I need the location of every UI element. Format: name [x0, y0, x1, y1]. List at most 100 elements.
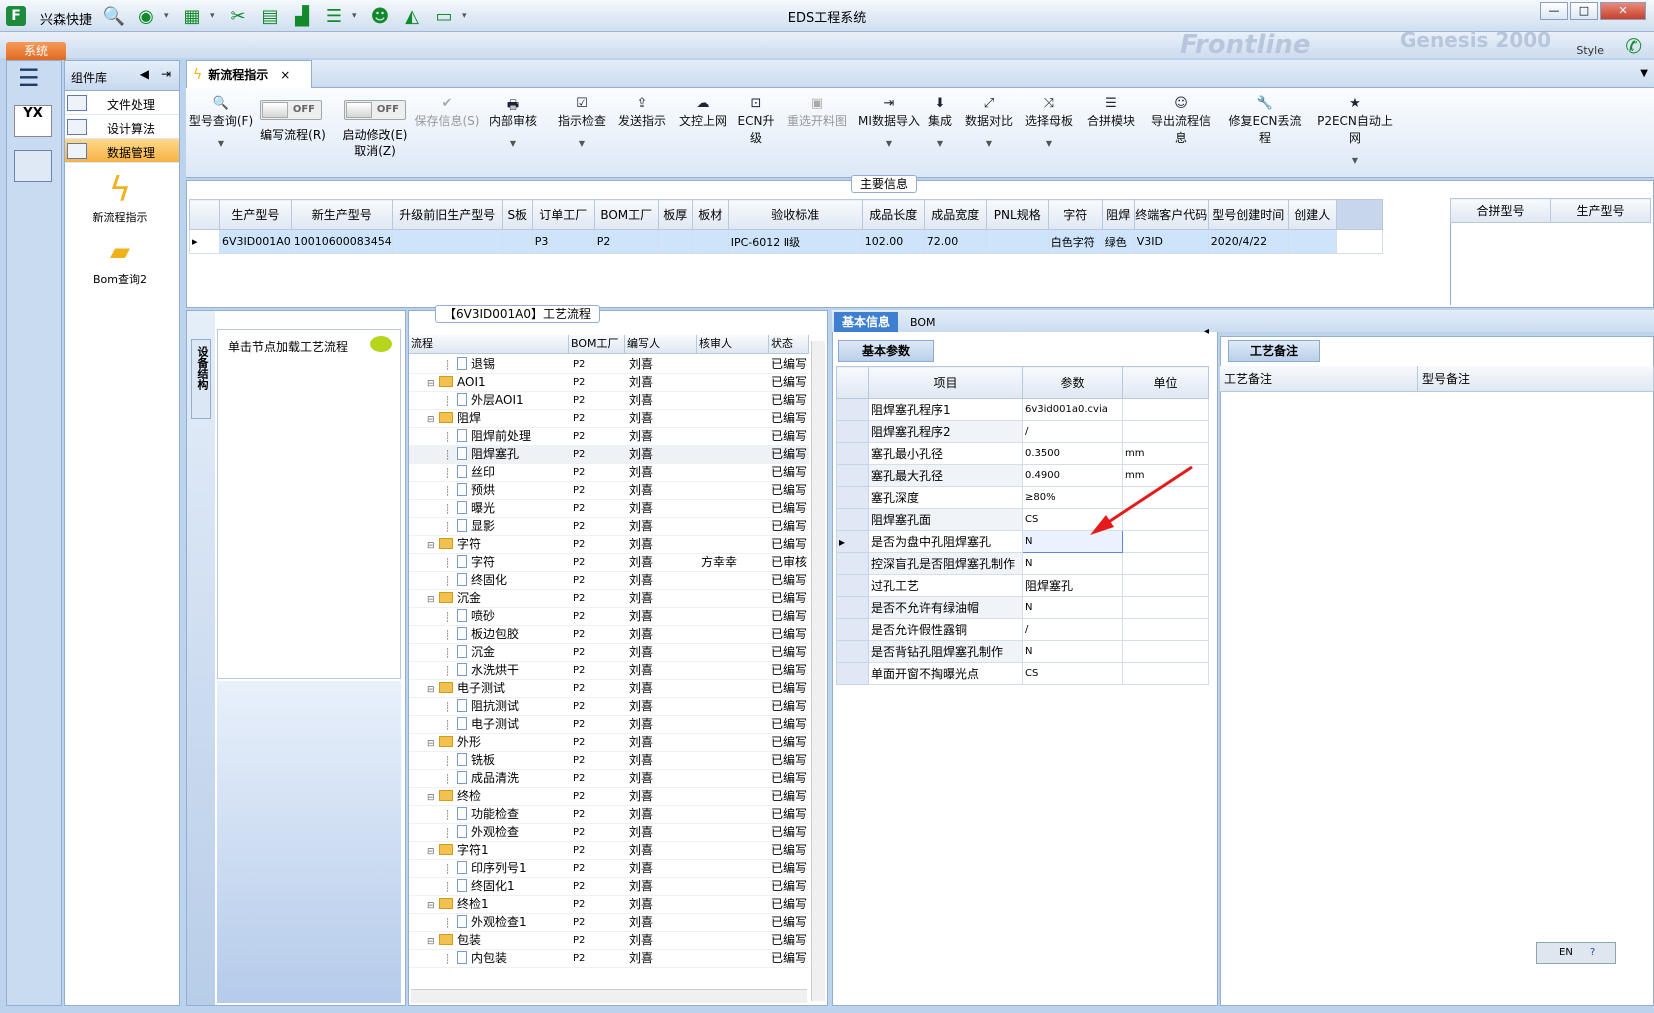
column-header[interactable]: 成品长度 [861, 199, 925, 230]
tree-folder-node[interactable]: ⊟ 字符1 P2 刘喜 已编写 [409, 841, 809, 860]
column-header[interactable]: 板材 [691, 199, 729, 230]
tree-folder-node[interactable]: ⊟ 包装 P2 刘喜 已编写 [409, 931, 809, 950]
column-header[interactable]: 成品宽度 [923, 199, 987, 230]
ribbon-button[interactable]: ☁ 文控上网 [678, 96, 728, 129]
tab-basic-info[interactable]: 基本信息 [834, 312, 898, 332]
table-cell[interactable]: 10010600083454 [290, 229, 393, 254]
param-value[interactable]: 6v3id001a0.cvia [1022, 398, 1123, 421]
table-cell[interactable]: 白色字符 [1047, 229, 1103, 254]
calculator-icon[interactable] [14, 150, 52, 182]
param-row[interactable]: 阻焊塞孔程序1 6v3id001a0.cvia [836, 398, 1209, 421]
tree-step-node[interactable]: ┊ 功能检查 P2 刘喜 已编写 [409, 805, 809, 824]
tree-folder-node[interactable]: ⊟ 电子测试 P2 刘喜 已编写 [409, 679, 809, 698]
close-button[interactable]: ✕ [1600, 2, 1646, 20]
ribbon-button[interactable]: ⬇ 集成 ▼ [924, 96, 956, 148]
tree-step-node[interactable]: ┊ 印序列号1 P2 刘喜 已编写 [409, 859, 809, 878]
param-row[interactable]: 是否允许假性露铜 / [836, 618, 1209, 641]
tree-folder-node[interactable]: ⊟ 外形 P2 刘喜 已编写 [409, 733, 809, 752]
column-header[interactable]: 阻焊 [1101, 199, 1135, 230]
column-header[interactable]: 状态 [769, 335, 809, 353]
collapse-icon[interactable]: ⊟ [427, 843, 439, 859]
tree-folder-node[interactable]: ⊟ 字符 P2 刘喜 已编写 [409, 535, 809, 554]
column-header[interactable]: 项目 [868, 366, 1023, 399]
column-header[interactable]: 终端客户代码 [1133, 199, 1209, 230]
table-cell[interactable]: V3ID [1133, 229, 1209, 254]
column-header[interactable]: S板 [501, 199, 533, 230]
ribbon-button[interactable]: ★ P2ECN自动上网 ▼ [1314, 96, 1396, 165]
ribbon-button[interactable]: ✔ 保存信息(S) [414, 96, 480, 129]
tree-horizontal-scrollbar[interactable] [411, 989, 807, 1003]
param-value[interactable]: / [1022, 420, 1123, 443]
collapse-icon[interactable]: ⊟ [427, 537, 439, 553]
column-header[interactable]: 升级前旧生产型号 [391, 199, 503, 230]
column-header[interactable]: 核审人 [697, 335, 769, 353]
column-header[interactable]: 板厚 [657, 199, 693, 230]
tab-process-notes[interactable]: 工艺备注 [1228, 340, 1320, 362]
tree-step-node[interactable]: ┊ 退锡 P2 刘喜 已编写 [409, 355, 809, 374]
menu-icon[interactable]: ☰ [18, 64, 40, 92]
param-row[interactable]: 过孔工艺 阻焊塞孔 [836, 574, 1209, 597]
component-item-file[interactable]: 文件处理 [65, 91, 179, 115]
column-header[interactable]: 生产型号 [219, 199, 292, 230]
param-row[interactable]: 阻焊塞孔程序2/ [836, 420, 1209, 443]
tree-folder-node[interactable]: ⊟ 阻焊 P2 刘喜 已编写 [409, 409, 809, 428]
tree-step-node[interactable]: ┊ 成品清洗 P2 刘喜 已编写 [409, 769, 809, 788]
ribbon-button[interactable]: ☰ 合拼模块 [1086, 96, 1136, 129]
component-item-data[interactable]: 数据管理 [65, 139, 179, 163]
help-icon[interactable]: ? [1590, 947, 1595, 958]
merge-column-header[interactable]: 生产型号 [1550, 198, 1651, 223]
maximize-button[interactable]: □ [1570, 2, 1598, 20]
tree-folder-node[interactable]: ⊟ 终检1 P2 刘喜 已编写 [409, 895, 809, 914]
ime-toolbar[interactable]: EN ? [1536, 942, 1616, 964]
ribbon-button[interactable]: ☑ 指示检查 ▼ [554, 96, 610, 148]
tree-step-node[interactable]: ┊ 板边包胶 P2 刘喜 已编写 [409, 625, 809, 644]
table-cell[interactable] [657, 229, 693, 254]
tree-step-node[interactable]: ┊ 显影 P2 刘喜 已编写 [409, 517, 809, 536]
tree-vertical-scrollbar[interactable] [811, 341, 825, 1001]
table-cell[interactable]: 6V3ID001A0 [219, 229, 292, 254]
column-header[interactable]: 单位 [1122, 366, 1209, 399]
cancel-label[interactable]: 取消(Z) [336, 142, 414, 159]
tab-new-flow[interactable]: ϟ 新流程指示 × [186, 60, 312, 88]
tab-equipment-structure[interactable]: 设备结构 [191, 339, 211, 419]
ribbon-button[interactable]: ⇪ 发送指示 [616, 96, 668, 129]
tree-folder-node[interactable]: ⊟ 终检 P2 刘喜 已编写 [409, 787, 809, 806]
column-header[interactable]: 流程 [409, 335, 569, 353]
collapse-icon[interactable]: ⊟ [427, 411, 439, 427]
column-header[interactable]: 订单工厂 [531, 199, 595, 230]
tab-list-icon[interactable]: ▼ [1640, 68, 1648, 79]
ribbon-button[interactable]: ⊡ ECN升级 [734, 96, 778, 146]
tree-step-node[interactable]: ┊ 曝光 P2 刘喜 已编写 [409, 499, 809, 518]
column-header[interactable]: BOM工厂 [569, 335, 625, 353]
table-cell[interactable] [391, 229, 503, 254]
tool-new-flow[interactable]: ϟ 新流程指示 [65, 171, 175, 225]
column-header[interactable]: 验收标准 [727, 199, 863, 230]
tree-step-node[interactable]: ┊ 阻抗测试 P2 刘喜 已编写 [409, 697, 809, 716]
ribbon-button[interactable]: ⇥ MI数据导入 ▼ [858, 96, 920, 148]
table-cell[interactable]: 102.00 [861, 229, 925, 254]
ribbon-button[interactable]: ▣ 重选开料图 [784, 96, 850, 129]
tab-bom[interactable]: BOM [910, 316, 936, 329]
table-cell[interactable]: 72.00 [923, 229, 987, 254]
ribbon-button[interactable]: 🖶 内部审核 ▼ [488, 96, 538, 148]
param-row[interactable]: 单面开窗不掏曝光点 CS [836, 662, 1209, 685]
table-cell[interactable]: 绿色 [1101, 229, 1135, 254]
close-icon[interactable]: × [280, 68, 290, 82]
tree-folder-node[interactable]: ⊟ AOI1 P2 刘喜 已编写 [409, 373, 809, 392]
ribbon-button[interactable]: ⤨ 选择母板 ▼ [1024, 96, 1074, 148]
column-header[interactable]: 型号备注 [1418, 366, 1654, 391]
param-value[interactable]: N [1022, 640, 1123, 663]
param-row[interactable]: 控深盲孔是否阻焊塞孔制作 N [836, 552, 1209, 575]
pin-icon[interactable]: ⇥ [161, 67, 171, 81]
tree-step-node[interactable]: ┊ 电子测试 P2 刘喜 已编写 [409, 715, 809, 734]
param-value[interactable]: CS [1022, 662, 1123, 685]
param-value[interactable]: N [1022, 552, 1123, 575]
tree-step-node[interactable]: ┊ 内包装 P2 刘喜 已编写 [409, 949, 809, 968]
tree-step-node[interactable]: ┊ 终固化1 P2 刘喜 已编写 [409, 877, 809, 896]
param-value[interactable]: / [1022, 618, 1123, 641]
tree-step-node[interactable]: ┊ 水洗烘干 P2 刘喜 已编写 [409, 661, 809, 680]
merge-column-header[interactable]: 合拼型号 [1450, 198, 1551, 223]
column-header[interactable]: 参数 [1022, 366, 1123, 399]
ribbon-button[interactable]: ☺ 导出流程信息 [1146, 96, 1216, 146]
tree-step-node[interactable]: ┊ 字符 P2 刘喜 方幸幸 已审核 [409, 553, 809, 572]
